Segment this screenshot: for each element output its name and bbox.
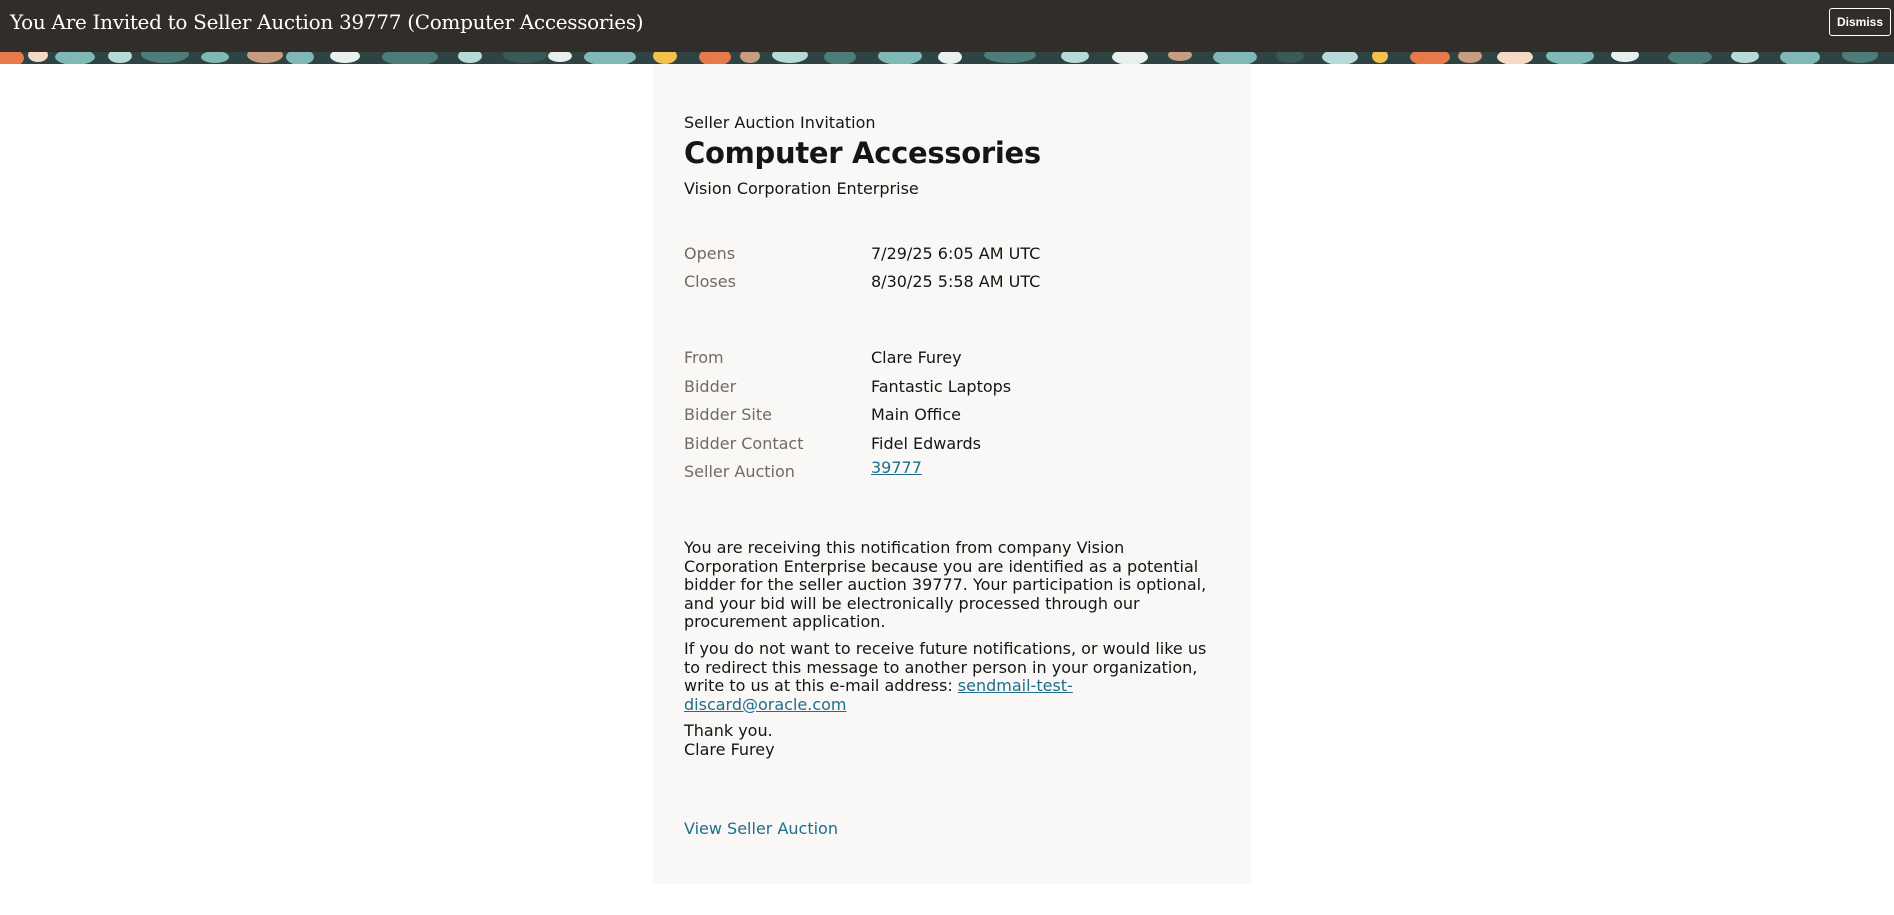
from-label: From (684, 348, 724, 367)
organization-name: Vision Corporation Enterprise (684, 179, 919, 198)
from-value: Clare Furey (871, 348, 962, 367)
bidder-site-value: Main Office (871, 405, 961, 424)
bidder-contact-value: Fidel Edwards (871, 434, 981, 453)
closes-value: 8/30/25 5:58 AM UTC (871, 272, 1041, 291)
top-bar: You Are Invited to Seller Auction 39777 … (0, 0, 1894, 52)
auction-title: Computer Accessories (684, 136, 1041, 170)
bidder-contact-label: Bidder Contact (684, 434, 804, 453)
seller-auction-number-link[interactable]: 39777 (871, 458, 922, 477)
unsubscribe-paragraph: If you do not want to receive future not… (684, 639, 1214, 714)
bidder-site-label: Bidder Site (684, 405, 772, 424)
seller-auction-label: Seller Auction (684, 462, 795, 481)
dismiss-button[interactable]: Dismiss (1828, 8, 1891, 36)
opens-label: Opens (684, 244, 736, 263)
notification-paragraph: You are receiving this notification from… (684, 538, 1207, 631)
signoff: Thank you. Clare Furey (684, 721, 1214, 759)
invitation-type: Seller Auction Invitation (684, 113, 876, 132)
opens-value: 7/29/25 6:05 AM UTC (871, 244, 1041, 263)
unsubscribe-text: If you do not want to receive future not… (684, 639, 1207, 695)
invitation-card: Seller Auction Invitation Computer Acces… (653, 64, 1251, 884)
bidder-label: Bidder (684, 377, 737, 396)
signoff-thanks: Thank you. (684, 721, 773, 740)
signoff-name: Clare Furey (684, 739, 775, 759)
banner-pattern (0, 52, 1894, 64)
closes-label: Closes (684, 272, 736, 291)
bidder-value: Fantastic Laptops (871, 377, 1012, 396)
decorative-banner (0, 52, 1894, 64)
view-seller-auction-link[interactable]: View Seller Auction (684, 819, 838, 838)
notification-title: You Are Invited to Seller Auction 39777 … (10, 10, 644, 34)
